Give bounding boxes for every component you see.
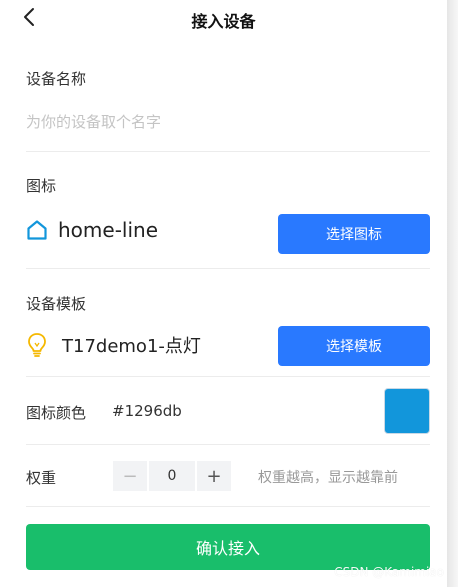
home-icon (27, 220, 47, 240)
selected-icon-name: home-line (58, 218, 159, 242)
selected-template-display: T17demo1-点灯 (26, 332, 201, 358)
weight-value-input[interactable]: 0 (149, 461, 195, 491)
icon-color-value: #1296db (112, 402, 182, 420)
icon-color-label: 图标颜色 (26, 404, 87, 422)
divider (26, 268, 430, 269)
watermark: CSDN @Kamimiao (334, 565, 444, 579)
weight-label: 权重 (26, 469, 57, 487)
confirm-connect-button[interactable]: 确认接入 (26, 524, 430, 570)
divider (26, 444, 430, 445)
increment-button[interactable]: + (197, 461, 231, 491)
weight-stepper: − 0 + (113, 461, 231, 491)
divider (26, 151, 430, 152)
choose-template-button[interactable]: 选择模板 (278, 326, 430, 366)
template-label: 设备模板 (26, 295, 87, 313)
decrement-button[interactable]: − (113, 461, 147, 491)
device-name-label: 设备名称 (26, 70, 87, 88)
page-title: 接入设备 (191, 12, 256, 31)
selected-template-name: T17demo1-点灯 (62, 336, 201, 357)
lightbulb-icon (28, 333, 46, 357)
header: 接入设备 (0, 0, 447, 36)
icon-label: 图标 (26, 177, 57, 195)
divider (26, 506, 430, 507)
divider (26, 376, 430, 377)
selected-icon-display: home-line (26, 218, 158, 242)
weight-hint: 权重越高，显示越靠前 (258, 470, 398, 486)
color-swatch-picker[interactable] (384, 388, 430, 434)
choose-icon-button[interactable]: 选择图标 (278, 214, 430, 254)
app-frame: 接入设备 设备名称 为你的设备取个名字 图标 home-line 选择图标 设备… (0, 0, 447, 587)
background-edge (447, 0, 458, 587)
device-name-input[interactable]: 为你的设备取个名字 (26, 111, 161, 132)
